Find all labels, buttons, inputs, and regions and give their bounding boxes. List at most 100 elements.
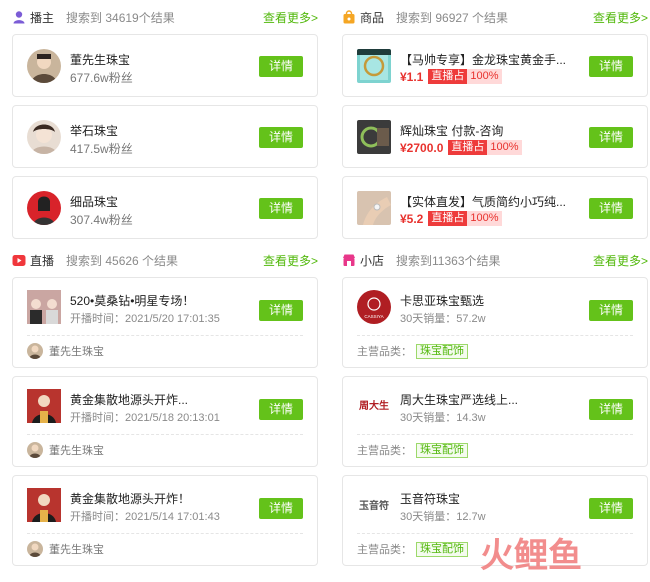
detail-button[interactable]: 详情 xyxy=(259,498,303,519)
category-label: 主营品类： xyxy=(357,445,412,457)
live-share-percent: 100% xyxy=(467,69,502,84)
host-name: 董先生珠宝 xyxy=(49,346,104,358)
live-share-tag: 直播占 xyxy=(428,211,468,226)
live-cover xyxy=(27,290,61,324)
product-title: 辉灿珠宝 付款-咨询 xyxy=(400,124,504,138)
host-avatar xyxy=(27,541,43,557)
shops-header: 小店 搜索到11363个结果 查看更多> xyxy=(342,250,648,270)
svg-text:周大生: 周大生 xyxy=(359,399,389,412)
section-title: 小店 xyxy=(360,253,385,268)
svg-text:CASSIYA: CASSIYA xyxy=(364,314,383,319)
detail-button[interactable]: 详情 xyxy=(259,300,303,321)
shop-logo: 玉音符 xyxy=(357,488,391,522)
live-start-time: 开播时间：2021/5/18 20:13:01 xyxy=(70,412,220,424)
live-icon xyxy=(12,253,26,267)
detail-button[interactable]: 详情 xyxy=(259,399,303,420)
see-more-link[interactable]: 查看更多> xyxy=(263,9,318,26)
fans-count: 677.6w粉丝 xyxy=(70,71,133,85)
avatar xyxy=(27,49,61,83)
live-card[interactable]: 黄金集散地源头开炸... 开播时间：2021/5/18 20:13:01 详情 … xyxy=(12,376,318,467)
detail-button[interactable]: 详情 xyxy=(589,198,633,219)
user-icon xyxy=(12,10,26,24)
divider xyxy=(357,335,633,336)
shop-name: 玉音符珠宝 xyxy=(400,492,461,506)
live-share-tag: 直播占 xyxy=(448,140,488,155)
divider xyxy=(27,533,303,534)
monthly-sales: 30天销量：57.2w xyxy=(400,313,486,325)
product-card[interactable]: 辉灿珠宝 付款-咨询 ¥2700.0 直播占 100% 详情 xyxy=(342,105,648,168)
result-count: 搜索到11363个结果 xyxy=(396,253,501,268)
detail-button[interactable]: 详情 xyxy=(259,198,303,219)
category-label: 主营品类： xyxy=(357,544,412,556)
anchor-card[interactable]: 董先生珠宝 677.6w粉丝 详情 xyxy=(12,34,318,97)
category-label: 主营品类： xyxy=(357,346,412,358)
host-name: 董先生珠宝 xyxy=(49,445,104,457)
detail-button[interactable]: 详情 xyxy=(589,399,633,420)
live-share-percent: 100% xyxy=(467,211,502,226)
product-image xyxy=(357,191,391,225)
detail-button[interactable]: 详情 xyxy=(589,56,633,77)
price: ¥1.1 xyxy=(400,69,424,84)
host-row: 董先生珠宝 xyxy=(27,541,104,557)
result-count: 搜索到 96927 个结果 xyxy=(396,10,509,25)
price-row: ¥1.1 直播占 100% xyxy=(400,69,502,84)
avatar xyxy=(27,191,61,225)
host-row: 董先生珠宝 xyxy=(27,442,104,458)
detail-button[interactable]: 详情 xyxy=(589,127,633,148)
category-tag: 珠宝配饰 xyxy=(416,343,468,359)
live-card[interactable]: 黄金集散地源头开炸！ 开播时间：2021/5/14 17:01:43 详情 董先… xyxy=(12,475,318,566)
product-card[interactable]: 【马帅专享】金龙珠宝黄金手... ¥1.1 直播占 100% 详情 xyxy=(342,34,648,97)
product-title: 【实体直发】气质简约小巧纯... xyxy=(400,195,567,209)
divider xyxy=(357,434,633,435)
price-row: ¥2700.0 直播占 100% xyxy=(400,140,522,155)
shop-logo: CASSIYA xyxy=(357,290,391,324)
shop-name: 卡思亚珠宝甄选 xyxy=(400,294,485,308)
monthly-sales: 30天销量：12.7w xyxy=(400,511,486,523)
result-count: 搜索到 34619个结果 xyxy=(66,10,175,25)
bag-icon xyxy=(342,10,356,24)
section-title: 商品 xyxy=(360,10,385,25)
anchors-header: 播主 搜索到 34619个结果 查看更多> xyxy=(12,7,318,27)
shop-card[interactable]: 周大生 周大生珠宝严选线上... 30天销量：14.3w 详情 主营品类： 珠宝… xyxy=(342,376,648,467)
category-row: 主营品类： 珠宝配饰 xyxy=(357,343,468,359)
divider xyxy=(357,533,633,534)
shop-icon xyxy=(342,253,356,267)
detail-button[interactable]: 详情 xyxy=(589,498,633,519)
live-card[interactable]: 520•莫桑钻•明星专场！ 开播时间：2021/5/20 17:01:35 详情… xyxy=(12,277,318,368)
avatar xyxy=(27,120,61,154)
live-share-percent: 100% xyxy=(487,140,522,155)
category-row: 主营品类： 珠宝配饰 xyxy=(357,541,468,557)
live-title: 黄金集散地源头开炸... xyxy=(70,393,189,407)
see-more-link[interactable]: 查看更多> xyxy=(263,252,318,269)
live-share-tag: 直播占 xyxy=(428,69,468,84)
price: ¥5.2 xyxy=(400,211,424,226)
see-more-link[interactable]: 查看更多> xyxy=(593,252,648,269)
shop-card[interactable]: CASSIYA 卡思亚珠宝甄选 30天销量：57.2w 详情 主营品类： 珠宝配… xyxy=(342,277,648,368)
anchor-card[interactable]: 细品珠宝 307.4w粉丝 详情 xyxy=(12,176,318,239)
live-title: 黄金集散地源头开炸！ xyxy=(70,492,191,506)
shop-logo: 周大生 xyxy=(357,389,391,423)
shop-name: 周大生珠宝严选线上... xyxy=(400,393,519,407)
live-cover xyxy=(27,389,61,423)
section-title: 播主 xyxy=(30,10,55,25)
price: ¥2700.0 xyxy=(400,140,444,155)
lives-header: 直播 搜索到 45626 个结果 查看更多> xyxy=(12,250,318,270)
divider xyxy=(27,434,303,435)
product-card[interactable]: 【实体直发】气质简约小巧纯... ¥5.2 直播占 100% 详情 xyxy=(342,176,648,239)
live-title: 520•莫桑钻•明星专场！ xyxy=(70,294,195,308)
category-row: 主营品类： 珠宝配饰 xyxy=(357,442,468,458)
svg-text:玉音符: 玉音符 xyxy=(359,499,389,512)
detail-button[interactable]: 详情 xyxy=(259,127,303,148)
category-tag: 珠宝配饰 xyxy=(416,541,468,557)
detail-button[interactable]: 详情 xyxy=(589,300,633,321)
monthly-sales: 30天销量：14.3w xyxy=(400,412,486,424)
anchor-card[interactable]: 举石珠宝 417.5w粉丝 详情 xyxy=(12,105,318,168)
see-more-link[interactable]: 查看更多> xyxy=(593,9,648,26)
product-image xyxy=(357,120,391,154)
svg-text:火鲤鱼: 火鲤鱼 xyxy=(480,536,582,575)
anchor-name: 举石珠宝 xyxy=(70,124,119,138)
price-row: ¥5.2 直播占 100% xyxy=(400,211,502,226)
product-image xyxy=(357,49,391,83)
live-cover xyxy=(27,488,61,522)
detail-button[interactable]: 详情 xyxy=(259,56,303,77)
